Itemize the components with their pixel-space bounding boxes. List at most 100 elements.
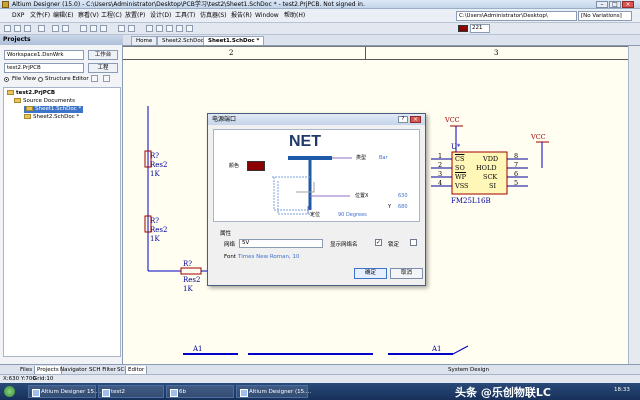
new-icon[interactable] [4,25,11,32]
type-value[interactable]: Bar [379,155,388,161]
menu-file[interactable]: 文件(F) [30,11,50,21]
tab-navigator[interactable]: Navigator [58,366,89,374]
chip-pin-name: SI [489,182,497,190]
location-y-value[interactable]: 680 [398,204,408,210]
tab-sheet1[interactable]: Sheet1.SchDoc * [203,36,265,45]
bus-icon[interactable] [156,25,163,32]
workspace-button[interactable]: 工作台 [88,50,118,60]
zoom-in-icon[interactable] [52,25,59,32]
tree-project[interactable]: test2.PrjPCB [7,90,55,97]
dialog-close-button[interactable]: × [410,116,421,123]
project-tree: test2.PrjPCB Source Documents Sheet1.Sch… [3,87,121,357]
taskbar: Altium Designer 15.... test2 6b Altium D… [0,383,640,400]
menu-project[interactable]: 工程(C) [101,11,122,21]
status-system[interactable]: System [446,366,471,374]
properties-section-label: 属性 [220,231,232,237]
start-button[interactable] [4,386,15,397]
menu-window[interactable]: Window [255,11,279,21]
net-label: A1 [193,345,203,353]
port-preview: NET 颜色 类型 Bar 位置X 630 Y 680 定位 90 Degree… [213,129,420,222]
copy-icon[interactable] [90,25,97,32]
open-icon[interactable] [14,25,21,32]
menu-design[interactable]: 设计(D) [150,11,171,21]
schdoc-icon [26,106,33,111]
menu-dxp[interactable]: DXP [12,11,24,21]
save-icon[interactable] [24,25,31,32]
tree-folder[interactable]: Source Documents [14,98,75,105]
taskbar-item[interactable]: Altium Designer (15.... [236,385,311,398]
show-net-name-checkbox[interactable]: ✓ [375,239,382,246]
orientation-value[interactable]: 90 Degrees [338,212,367,218]
chip-pin-number: 5 [514,179,519,187]
tab-home[interactable]: Home [131,36,158,45]
menu-help[interactable]: 帮助(H) [284,11,305,21]
close-window-button[interactable]: × [622,1,634,8]
menu-reports[interactable]: 报告(R) [231,11,252,21]
resistor-designator: R? [150,152,160,160]
menu-edit[interactable]: 编辑(E) [53,11,73,21]
paste-icon[interactable] [100,25,107,32]
panel-options-icon[interactable] [91,75,98,82]
folder-icon [14,98,21,103]
app-icon [2,1,9,8]
location-x-value[interactable]: 630 [398,193,408,199]
cut-icon[interactable] [80,25,87,32]
help-button[interactable]: ? [398,116,408,123]
panel-menu-icon[interactable] [103,75,110,82]
tab-files[interactable]: Files [18,366,34,374]
chip-pin-name: VDD [483,155,499,163]
workspace-field[interactable]: Workspace1.DsnWrk [4,50,84,60]
tree-doc-label: Sheet1.SchDoc * [35,106,82,112]
redo-icon[interactable] [128,25,135,32]
zoom-out-icon[interactable] [62,25,69,32]
ok-button[interactable]: 确定 [354,268,387,279]
chip-pin-name: HOLD [476,164,497,172]
power-port-icon[interactable] [176,25,183,32]
power-port-dialog: 电源端口 ? × NET 颜色 类型 Bar 位置X 630 Y 680 定位 … [207,113,426,286]
wire-icon[interactable] [146,25,153,32]
taskbar-item[interactable]: 6b [166,385,234,398]
status-design[interactable]: Design [468,366,491,374]
net-label: A1 [432,345,442,353]
font-label: Font [224,254,236,260]
undo-icon[interactable] [118,25,125,32]
project-field[interactable]: test2.PrjPCB [4,63,84,73]
tree-project-label: test2.PrjPCB [16,90,56,96]
path-field[interactable]: C:\Users\Administrator\Desktop\ [456,11,577,21]
tab-sheet2[interactable]: Sheet2.SchDoc [157,36,209,45]
resistor-comment: Res2 [150,161,168,169]
cancel-button[interactable]: 取消 [390,268,423,279]
document-tabs: Home Sheet2.SchDoc Sheet1.SchDoc * [123,35,640,46]
print-icon[interactable] [38,25,45,32]
part-icon[interactable] [186,25,193,32]
chip-pin-name: CS [455,155,465,163]
menu-view[interactable]: 察看(V) [78,11,99,21]
taskbar-item[interactable]: test2 [98,385,164,398]
resistor-value: 1K [183,285,193,293]
font-value-link[interactable]: Times New Roman, 10 [238,254,299,260]
lock-checkbox[interactable] [410,239,417,246]
vertical-scrollbar[interactable] [628,46,640,364]
project-button[interactable]: 工程 [88,63,118,73]
location-y-label: Y [388,204,392,210]
menu-simulator[interactable]: 仿真器(S) [200,11,227,21]
color-label: 颜色 [229,163,240,169]
minimize-button[interactable]: – [596,1,608,8]
menu-tools[interactable]: 工具(T) [175,11,195,21]
tab-sch-filter[interactable]: SCH Filter [87,366,118,374]
file-view-radio[interactable] [4,77,9,82]
zoom-field[interactable]: 221 [470,24,490,33]
menu-place[interactable]: 放置(P) [125,11,145,21]
color-swatch[interactable] [458,25,468,32]
structure-editor-radio[interactable] [38,77,43,82]
maximize-button[interactable]: □ [609,1,621,8]
net-name-input[interactable]: 5V [239,239,323,248]
tree-doc-sheet2[interactable]: Sheet2.SchDoc * [24,114,79,121]
tree-doc-sheet1[interactable]: Sheet1.SchDoc * [24,106,84,113]
taskbar-item[interactable]: Altium Designer 15.... [28,385,101,398]
chip-pin-number: 4 [438,179,443,187]
port-color-swatch[interactable] [247,161,265,171]
show-net-name-label: 显示网络名 [330,242,358,248]
variations-select[interactable]: [No Variations] [578,11,632,21]
netlabel-icon[interactable] [166,25,173,32]
